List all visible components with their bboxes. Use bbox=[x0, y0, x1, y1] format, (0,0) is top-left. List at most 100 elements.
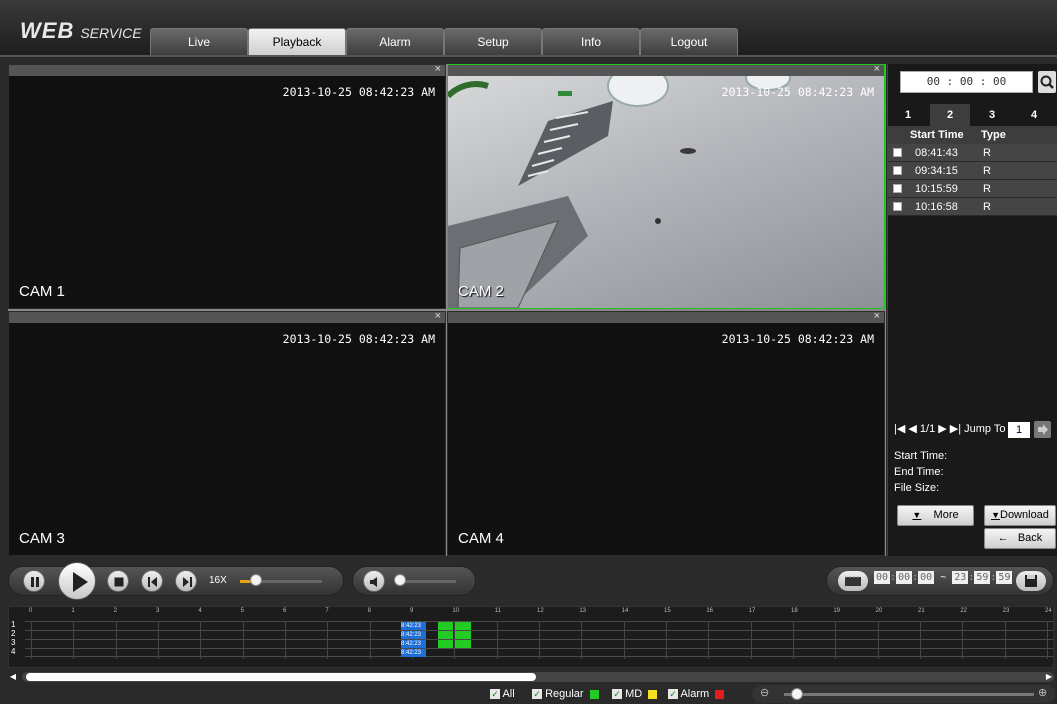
more-button[interactable]: ▼ More bbox=[897, 505, 974, 526]
arrow-right-icon bbox=[1038, 424, 1048, 435]
hour-tick-label: 20 bbox=[875, 608, 883, 614]
range-end-minute[interactable]: 59 bbox=[974, 571, 991, 584]
tab-info[interactable]: Info bbox=[542, 28, 640, 55]
hour-tick-label: 14 bbox=[621, 608, 629, 614]
legend-all-label: All bbox=[502, 688, 515, 700]
record-row[interactable]: 10:15:59 R bbox=[888, 180, 1057, 198]
range-start-hour[interactable]: 00 bbox=[874, 571, 891, 584]
legend-regular-checkbox[interactable]: ✓ bbox=[532, 689, 542, 700]
channel-tab-3[interactable]: 3 bbox=[972, 104, 1012, 126]
hour-tick-label: 3 bbox=[156, 608, 160, 614]
channel-tab-2[interactable]: 2 bbox=[930, 104, 970, 126]
timeline-row-label: 2 bbox=[11, 629, 16, 638]
hour-tick-label: 1 bbox=[71, 608, 75, 614]
scroll-left-icon[interactable]: ◀ bbox=[8, 672, 18, 682]
hour-grid-line bbox=[496, 621, 498, 659]
download-button-label: Download bbox=[1000, 509, 1049, 521]
hour-tick-label: 4 bbox=[198, 608, 202, 614]
camera-label: CAM 1 bbox=[19, 283, 65, 300]
next-frame-button[interactable] bbox=[175, 570, 197, 592]
jump-to-page-input[interactable]: 1 bbox=[1008, 422, 1030, 438]
close-icon[interactable]: × bbox=[874, 65, 880, 75]
tab-setup[interactable]: Setup bbox=[444, 28, 542, 55]
record-type: R bbox=[983, 201, 991, 213]
video-cell-cam3[interactable]: × 2013-10-25 08:42:23 AM CAM 3 bbox=[8, 311, 446, 556]
legend-alarm[interactable]: ✓ Alarm bbox=[668, 688, 725, 700]
pagination-controls[interactable]: |◀ ◀ 1/1 ▶ ▶| Jump To bbox=[894, 422, 1006, 435]
download-button[interactable]: ▼Download bbox=[984, 505, 1056, 526]
hour-tick-label: 10 bbox=[452, 608, 460, 614]
record-row[interactable]: 09:34:15 R bbox=[888, 162, 1057, 180]
play-button[interactable] bbox=[58, 562, 96, 600]
previous-frame-button[interactable] bbox=[141, 570, 163, 592]
tab-alarm[interactable]: Alarm bbox=[346, 28, 444, 55]
hour-grid-line bbox=[666, 621, 667, 659]
video-cell-cam4[interactable]: × 2013-10-25 08:42:23 AM CAM 4 bbox=[447, 311, 885, 556]
search-button[interactable] bbox=[1038, 71, 1056, 93]
clip-range-display[interactable]: 00:00:00 ~ 23:59:59 bbox=[874, 571, 1013, 584]
range-end-hour[interactable]: 23 bbox=[952, 571, 969, 584]
hour-tick-label: 0 bbox=[29, 608, 33, 614]
legend-md-checkbox[interactable]: ✓ bbox=[612, 689, 622, 700]
search-time-input[interactable]: 00 : 00 : 00 bbox=[900, 71, 1033, 93]
record-checkbox[interactable] bbox=[893, 184, 902, 193]
legend-all[interactable]: ✓ All bbox=[490, 688, 515, 700]
legend-alarm-checkbox[interactable]: ✓ bbox=[668, 689, 678, 700]
timeline-zoom-control: ⊖ ⊕ bbox=[752, 685, 1055, 703]
zoom-slider-track[interactable] bbox=[784, 693, 1034, 696]
timeline-cursor-marker: 8:42:23 bbox=[401, 640, 426, 648]
scrollbar-thumb[interactable] bbox=[26, 673, 536, 681]
hour-tick-label: 13 bbox=[579, 608, 587, 614]
hour-grid-line bbox=[920, 621, 921, 659]
legend-md-label: MD bbox=[625, 688, 643, 700]
back-button-label: Back bbox=[1017, 532, 1043, 544]
range-end-second[interactable]: 59 bbox=[996, 571, 1013, 584]
tab-logout[interactable]: Logout bbox=[640, 28, 738, 55]
play-icon bbox=[73, 572, 88, 592]
column-header-start-time: Start Time bbox=[910, 129, 964, 141]
legend-regular[interactable]: ✓ Regular bbox=[532, 688, 599, 700]
volume-slider-track[interactable] bbox=[400, 580, 456, 583]
cell-title-bar bbox=[448, 312, 884, 323]
zoom-in-icon[interactable]: ⊕ bbox=[1038, 686, 1047, 699]
close-icon[interactable]: × bbox=[435, 65, 441, 75]
clip-button[interactable] bbox=[838, 571, 868, 591]
video-cell-cam2[interactable]: × 2013-10-25 08:42:23 AM CAM 2 bbox=[447, 64, 885, 309]
close-icon[interactable]: × bbox=[435, 312, 441, 322]
zoom-slider-knob[interactable] bbox=[790, 688, 803, 700]
hour-grid-line bbox=[1047, 621, 1048, 659]
legend-md[interactable]: ✓ MD bbox=[612, 688, 658, 700]
pause-button[interactable] bbox=[23, 570, 45, 592]
pause-icon bbox=[31, 577, 39, 587]
hour-grid-line bbox=[327, 621, 329, 659]
scroll-right-icon[interactable]: ▶ bbox=[1044, 672, 1054, 682]
volume-button[interactable] bbox=[363, 570, 385, 592]
channel-tab-1[interactable]: 1 bbox=[888, 104, 928, 126]
tab-playback[interactable]: Playback bbox=[248, 28, 346, 55]
timeline-scrollbar[interactable] bbox=[22, 672, 1054, 682]
jump-go-button[interactable] bbox=[1034, 421, 1051, 438]
volume-slider-knob[interactable] bbox=[394, 574, 406, 586]
back-button[interactable]: ← Back bbox=[984, 528, 1056, 549]
stop-icon bbox=[114, 577, 124, 587]
record-row[interactable]: 08:41:43 R bbox=[888, 144, 1057, 162]
legend-all-checkbox[interactable]: ✓ bbox=[490, 689, 500, 700]
record-checkbox[interactable] bbox=[893, 166, 902, 175]
video-timestamp: 2013-10-25 08:42:23 AM bbox=[282, 85, 435, 99]
record-checkbox[interactable] bbox=[893, 148, 902, 157]
tab-live[interactable]: Live bbox=[150, 28, 248, 55]
recording-timeline[interactable]: 0 1 2 3 4 5 6 7 8 9 10 11 12 13 14 15 16 17 18 19 20 21 22 23 24… bbox=[8, 606, 1054, 668]
channel-tab-4[interactable]: 4 bbox=[1014, 104, 1054, 126]
download-icon: ▼ bbox=[991, 510, 1000, 520]
record-row[interactable]: 10:16:58 R bbox=[888, 198, 1057, 216]
hour-grid-line bbox=[623, 621, 625, 659]
range-start-minute[interactable]: 00 bbox=[896, 571, 913, 584]
save-clip-button[interactable] bbox=[1016, 571, 1046, 591]
range-start-second[interactable]: 00 bbox=[918, 571, 935, 584]
hour-tick-label: 16 bbox=[706, 608, 714, 614]
close-icon[interactable]: × bbox=[874, 312, 880, 322]
stop-button[interactable] bbox=[107, 570, 129, 592]
zoom-out-icon[interactable]: ⊖ bbox=[760, 686, 769, 699]
record-checkbox[interactable] bbox=[893, 202, 902, 211]
video-cell-cam1[interactable]: × 2013-10-25 08:42:23 AM CAM 1 bbox=[8, 64, 446, 309]
